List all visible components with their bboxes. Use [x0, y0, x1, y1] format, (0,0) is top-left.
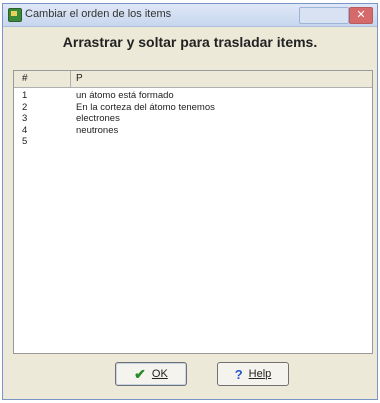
window-control-buttons[interactable]	[299, 7, 349, 24]
help-button[interactable]: ? Help	[217, 362, 289, 386]
column-header-row: # P	[14, 71, 372, 88]
column-divider[interactable]	[70, 71, 71, 87]
ok-button[interactable]: ✔ OK	[115, 362, 187, 386]
item-text: neutrones	[76, 124, 119, 136]
list-item[interactable]: 2 En la corteza del átomo tenemos	[14, 102, 372, 114]
dialog-window: Cambiar el orden de los items ✕ Arrastra…	[2, 3, 378, 400]
title-bar[interactable]: Cambiar el orden de los items ✕	[3, 4, 377, 27]
help-icon: ?	[234, 366, 243, 382]
list-item[interactable]: 3 electrones	[14, 113, 372, 125]
list-item[interactable]: 1 un átomo está formado	[14, 90, 372, 102]
item-number: 1	[22, 90, 28, 101]
check-icon: ✔	[134, 365, 146, 382]
item-number: 5	[22, 136, 28, 147]
list-rows: 1 un átomo está formado 2 En la corteza …	[14, 90, 372, 148]
item-text: un átomo está formado	[76, 90, 174, 101]
list-item[interactable]: 5	[14, 136, 372, 148]
item-number: 2	[22, 101, 28, 113]
close-button[interactable]: ✕	[349, 7, 373, 24]
ok-label: OK	[151, 368, 168, 380]
list-item[interactable]: 4 neutrones	[14, 125, 372, 137]
item-number: 4	[22, 124, 28, 136]
column-header-number[interactable]: #	[22, 73, 28, 84]
item-text: electrones	[76, 113, 120, 124]
app-icon	[8, 8, 22, 22]
item-text: En la corteza del átomo tenemos	[76, 101, 215, 113]
items-list[interactable]: # P 1 un átomo está formado 2 En la cort…	[13, 70, 373, 354]
item-number: 3	[22, 113, 28, 124]
help-label: Help	[248, 368, 272, 380]
column-header-p[interactable]: P	[76, 73, 83, 84]
window-title: Cambiar el orden de los items	[25, 8, 172, 20]
instruction-heading: Arrastrar y soltar para trasladar items.	[62, 34, 318, 50]
